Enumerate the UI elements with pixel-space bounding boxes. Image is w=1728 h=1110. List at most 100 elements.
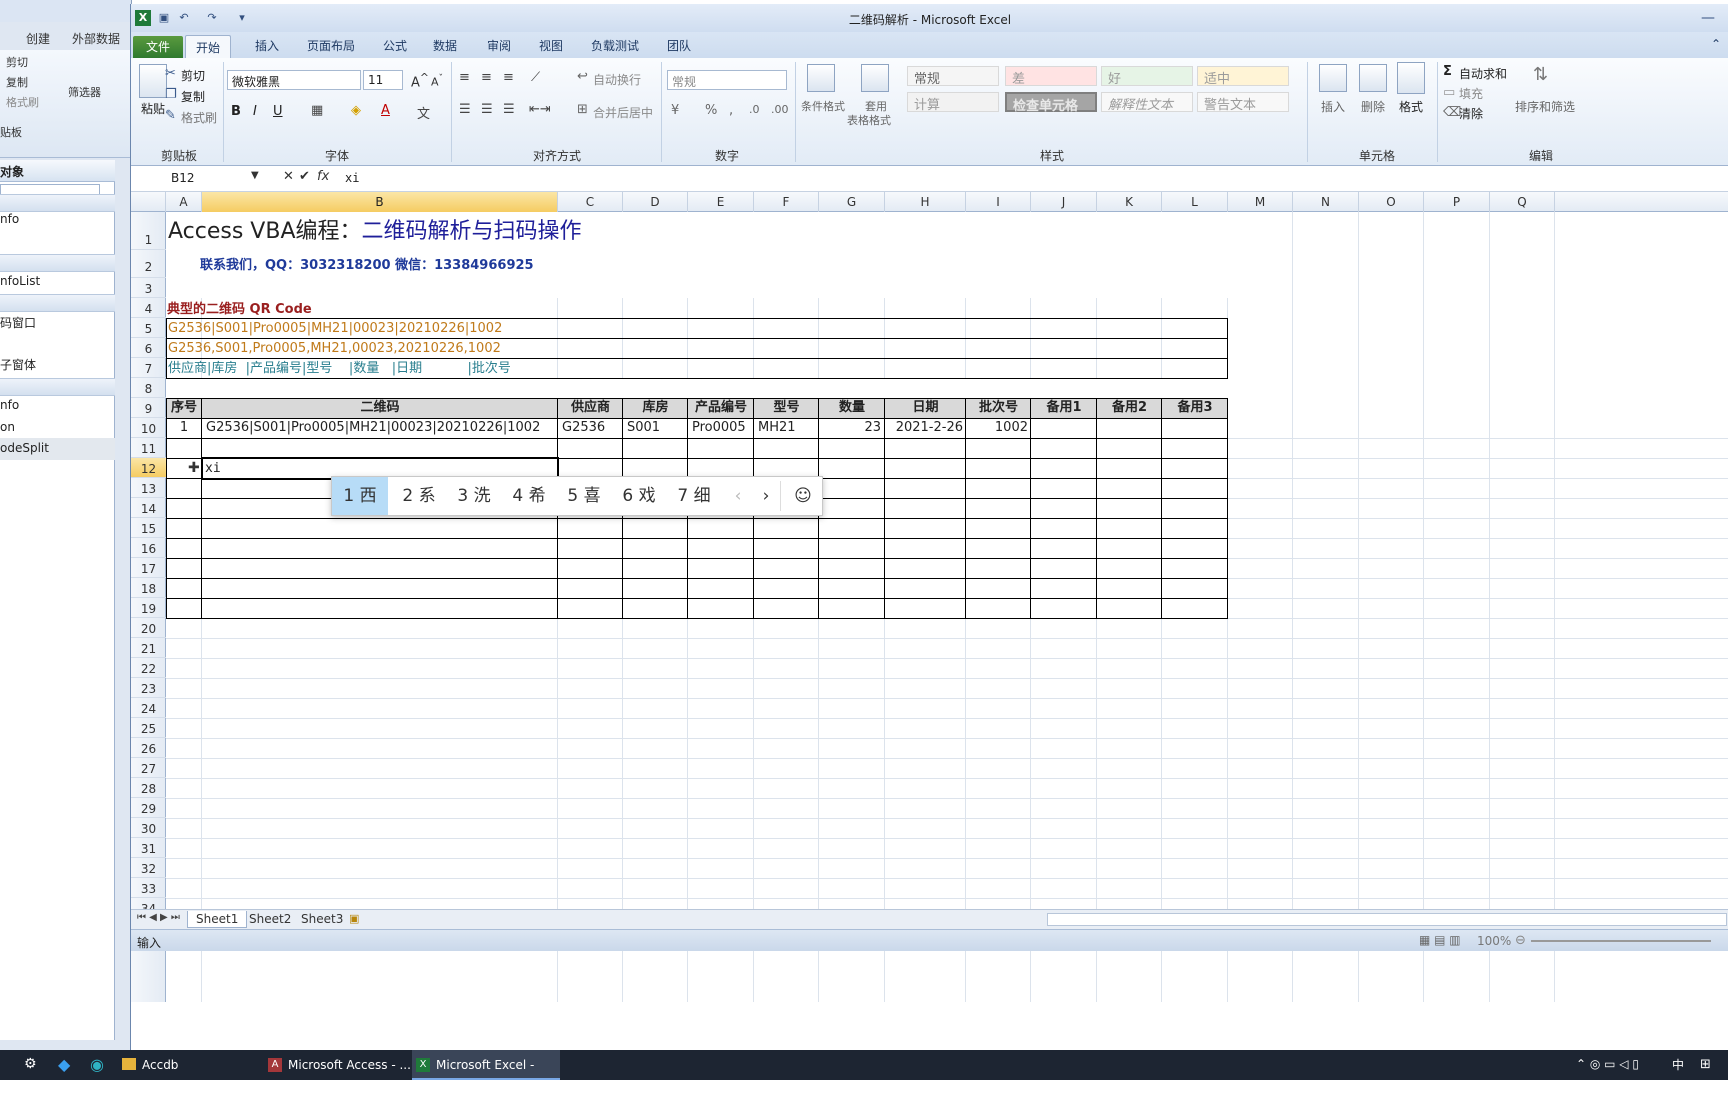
name-box[interactable]: B12: [133, 169, 261, 189]
tab-page-layout[interactable]: 页面布局: [307, 37, 355, 54]
qr-comma-sample[interactable]: G2536,S001,Pro0005,MH21,00023,20210226,1…: [168, 339, 501, 359]
active-cell-text[interactable]: xi: [205, 459, 221, 479]
sheet-nav-icon[interactable]: ⏮ ◀ ▶ ⏭: [137, 912, 180, 923]
row-header[interactable]: 27: [131, 758, 166, 778]
zoom-level[interactable]: 100%: [1477, 934, 1511, 948]
insert-cells-button[interactable]: 插入: [1321, 98, 1345, 115]
ime-prev-page-icon[interactable]: ‹: [728, 477, 748, 515]
formula-input[interactable]: xi: [345, 171, 359, 185]
row-header[interactable]: 9: [131, 398, 166, 418]
fill-color-icon[interactable]: ◈: [351, 103, 361, 118]
access-filter[interactable]: 筛选器: [68, 84, 101, 100]
column-header-c[interactable]: C: [558, 192, 623, 212]
zoom-slider[interactable]: [1531, 940, 1711, 942]
access-cut[interactable]: 剪切: [6, 54, 28, 70]
align-top-icon[interactable]: ≡: [459, 70, 470, 85]
access-nav-item[interactable]: nfo: [0, 398, 19, 412]
row-header[interactable]: 8: [131, 378, 166, 398]
access-nav-group[interactable]: [0, 294, 115, 312]
clear-button[interactable]: 清除: [1459, 105, 1483, 122]
sort-filter-button[interactable]: 排序和筛选: [1515, 98, 1575, 115]
cell-warehouse[interactable]: S001: [627, 418, 660, 438]
row-header[interactable]: 30: [131, 818, 166, 838]
align-left-icon[interactable]: ☰: [459, 102, 471, 117]
underline-icon[interactable]: U: [273, 104, 283, 119]
column-header-j[interactable]: J: [1031, 192, 1097, 212]
zoom-out-icon[interactable]: ⊖: [1515, 933, 1526, 948]
tray-language[interactable]: 中: [1672, 1050, 1692, 1080]
increase-decimal-icon[interactable]: .0: [749, 103, 760, 116]
font-size-select[interactable]: 11: [363, 70, 403, 90]
column-header-p[interactable]: P: [1424, 192, 1490, 212]
access-format-painter[interactable]: 格式刷: [6, 94, 39, 110]
align-center-icon[interactable]: ☰: [481, 102, 493, 117]
qr-field-legend[interactable]: 供应商|库房 |产品编号|型号 |数量 |日期 |批次号: [168, 359, 511, 379]
cell-qr-code[interactable]: G2536|S001|Pro0005|MH21|00023|20210226|1…: [206, 418, 540, 438]
column-header-f[interactable]: F: [754, 192, 819, 212]
worksheet-grid[interactable]: Access VBA编程：二维码解析与扫码操作 联系我们，QQ：30323182…: [166, 212, 1728, 1002]
cell-date[interactable]: 2021-2-26: [885, 418, 963, 438]
ime-mode-icon[interactable]: ⊞: [1700, 1057, 1711, 1072]
row-header[interactable]: 16: [131, 538, 166, 558]
access-nav-item-selected[interactable]: odeSplit: [0, 438, 115, 460]
vscode-icon[interactable]: ◆: [58, 1055, 70, 1074]
font-color-icon[interactable]: A: [381, 103, 390, 118]
paste-icon[interactable]: [139, 64, 167, 98]
sheet-tab-2[interactable]: Sheet2: [241, 911, 299, 928]
row-header[interactable]: 31: [131, 838, 166, 858]
view-buttons-icon[interactable]: ▦ ▤ ▥: [1419, 933, 1461, 947]
phonetic-icon[interactable]: 文: [417, 103, 430, 122]
style-neutral[interactable]: 适中: [1197, 66, 1289, 87]
column-header-e[interactable]: E: [688, 192, 754, 212]
row-header[interactable]: 5: [131, 318, 166, 338]
cut-button[interactable]: 剪切: [181, 67, 205, 84]
access-nav-group[interactable]: [0, 194, 115, 212]
tab-home[interactable]: 开始: [185, 35, 232, 58]
access-nav-item[interactable]: 子窗体: [0, 356, 36, 373]
cancel-entry-icon[interactable]: ✕: [283, 169, 294, 184]
column-header-k[interactable]: K: [1097, 192, 1162, 212]
column-header-h[interactable]: H: [885, 192, 966, 212]
app-icon[interactable]: ⚙: [24, 1056, 37, 1072]
access-nav-item[interactable]: nfo: [0, 212, 19, 226]
taskbar-folder[interactable]: Accdb: [118, 1050, 258, 1080]
access-nav-header[interactable]: 对象: [0, 160, 115, 182]
cell-qty[interactable]: 23: [819, 418, 881, 438]
column-header-g[interactable]: G: [819, 192, 885, 212]
row-header[interactable]: 25: [131, 718, 166, 738]
conditional-format-button[interactable]: 条件格式: [801, 98, 845, 114]
style-warning[interactable]: 警告文本: [1197, 92, 1289, 113]
access-copy[interactable]: 复制: [6, 74, 28, 90]
row-header[interactable]: 1: [131, 212, 166, 250]
row-header[interactable]: 11: [131, 438, 166, 458]
tab-load-test[interactable]: 负载测试: [591, 37, 639, 54]
row-header[interactable]: 20: [131, 618, 166, 638]
align-middle-icon[interactable]: ≡: [481, 70, 492, 85]
tab-insert[interactable]: 插入: [255, 37, 279, 54]
font-name-select[interactable]: 微软雅黑: [227, 70, 361, 90]
delete-cells-button[interactable]: 删除: [1361, 98, 1385, 115]
style-explanatory[interactable]: 解释性文本: [1101, 92, 1193, 113]
tab-formulas[interactable]: 公式: [383, 37, 407, 54]
ime-candidate-5[interactable]: 5 喜: [559, 477, 609, 515]
style-bad[interactable]: 差: [1005, 66, 1097, 87]
ime-emoji-icon[interactable]: ☺: [788, 477, 818, 515]
grow-font-icon[interactable]: A^: [411, 71, 429, 90]
row-header[interactable]: 4: [131, 298, 166, 318]
row-header[interactable]: 3: [131, 278, 166, 298]
row-header[interactable]: 26: [131, 738, 166, 758]
bold-icon[interactable]: B: [231, 104, 241, 119]
borders-icon[interactable]: ▦: [311, 103, 323, 118]
shrink-font-icon[interactable]: Aˇ: [431, 73, 443, 89]
row-header[interactable]: 18: [131, 578, 166, 598]
row-header[interactable]: 2: [131, 250, 166, 278]
name-box-dropdown-icon[interactable]: ▼: [251, 170, 259, 181]
column-header-d[interactable]: D: [623, 192, 688, 212]
ime-candidate-2[interactable]: 2 系: [394, 477, 444, 515]
ime-next-page-icon[interactable]: ›: [756, 477, 776, 515]
fill-button[interactable]: 填充: [1459, 85, 1483, 102]
ime-candidate-3[interactable]: 3 洗: [449, 477, 499, 515]
cell-model[interactable]: MH21: [758, 418, 796, 438]
ribbon-collapse-icon[interactable]: ⌃: [1711, 37, 1721, 51]
column-header-m[interactable]: M: [1228, 192, 1293, 212]
